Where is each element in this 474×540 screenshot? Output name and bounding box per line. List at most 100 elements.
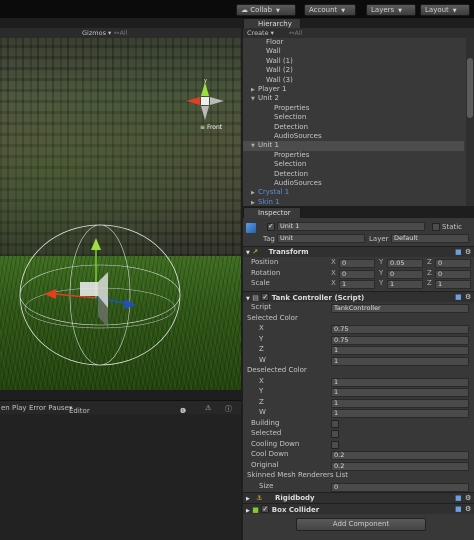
- scene-search-input[interactable]: ↔All: [114, 29, 128, 37]
- hierarchy-item-label: Skin 1: [258, 197, 280, 206]
- hierarchy-item[interactable]: Wall (2): [243, 66, 464, 76]
- selected-color-field[interactable]: 0.75: [331, 335, 469, 345]
- rigidbody-header[interactable]: ▶ ⚓ Rigidbody ■ ⚙: [243, 492, 474, 503]
- hierarchy-item-label: Wall (1): [266, 56, 293, 65]
- box-collider-enabled-checkbox[interactable]: [261, 504, 270, 515]
- editor-dropdown[interactable]: Editor ▾: [69, 404, 90, 415]
- selected-color-field[interactable]: 1: [331, 356, 469, 366]
- settings-gear-icon[interactable]: ⚙: [465, 247, 471, 258]
- building-checkbox[interactable]: [331, 419, 339, 428]
- hierarchy-item[interactable]: Detection: [243, 123, 464, 133]
- transform-header[interactable]: ▼ ↗ Transform ■ ⚙: [243, 246, 474, 257]
- hierarchy-item-label: Wall (3): [266, 75, 293, 84]
- hierarchy-item[interactable]: ▼ Unit 1: [243, 141, 464, 151]
- active-checkbox[interactable]: [267, 222, 275, 231]
- size-field[interactable]: 0: [331, 482, 469, 492]
- hierarchy-item[interactable]: ▶ Crystal 1: [243, 188, 464, 198]
- selected-color-label: Selected Color: [247, 313, 298, 322]
- settings-gear-icon[interactable]: ⚙: [465, 504, 471, 515]
- building-label: Building: [251, 418, 280, 427]
- axis-label: Z: [427, 268, 432, 277]
- deselected-color-field[interactable]: 1: [331, 388, 469, 397]
- scrollbar-thumb[interactable]: [467, 58, 473, 118]
- hierarchy-item[interactable]: AudioSources: [243, 179, 464, 189]
- hierarchy-item[interactable]: Floor: [243, 38, 464, 48]
- transform-position-y-field[interactable]: 0.05: [387, 259, 423, 268]
- transform-scale-x-field[interactable]: 1: [339, 280, 375, 289]
- layout-button[interactable]: Layout ▼: [420, 4, 470, 16]
- tank-controller-header[interactable]: ▼ ▤ Tank Controller (Script) ■ ⚙: [243, 291, 474, 303]
- hierarchy-item-label: Wall (2): [266, 66, 293, 75]
- hierarchy-scrollbar[interactable]: [466, 38, 474, 206]
- expand-arrow-icon: ▼: [246, 296, 250, 302]
- layers-button[interactable]: Layers ▼: [366, 4, 416, 16]
- warning-icon[interactable]: ⚠: [205, 404, 211, 412]
- clear-on-play-toggle[interactable]: en Play: [1, 404, 27, 412]
- selected-color-field[interactable]: 0.75: [331, 325, 469, 334]
- axis-label: X: [331, 258, 336, 266]
- selected-color-field[interactable]: 1: [331, 346, 469, 355]
- add-component-button[interactable]: Add Component: [296, 518, 426, 531]
- box-collider-icon: ■: [252, 506, 259, 514]
- hierarchy-item[interactable]: Detection: [243, 170, 464, 180]
- layer-dropdown[interactable]: Default: [391, 234, 469, 243]
- deselected-color-field[interactable]: 1: [331, 377, 469, 387]
- account-button[interactable]: Account ▼: [304, 4, 356, 16]
- script-field[interactable]: TankController: [331, 304, 469, 313]
- size-label: Size: [259, 481, 274, 490]
- axis-label: Z: [427, 258, 432, 266]
- help-icon[interactable]: ■: [455, 292, 462, 303]
- hierarchy-item[interactable]: Properties: [243, 151, 464, 161]
- orientation-gizmo-icon[interactable]: y: [180, 76, 230, 126]
- gizmos-dropdown[interactable]: Gizmos ▾: [82, 29, 111, 37]
- error-pause-toggle[interactable]: Error Pause: [29, 404, 69, 412]
- info-icon[interactable]: ⓘ: [225, 404, 232, 414]
- original-field[interactable]: 0.2: [331, 461, 469, 471]
- hierarchy-item[interactable]: ▶ Skin 1: [243, 198, 464, 208]
- hierarchy-item[interactable]: Properties: [243, 104, 464, 114]
- selected-color-axis-label: Z: [259, 345, 264, 353]
- hierarchy-item[interactable]: Wall (3): [243, 76, 464, 86]
- help-icon[interactable]: ■: [455, 247, 462, 258]
- hierarchy-item[interactable]: ▶ Player 1: [243, 85, 464, 95]
- hierarchy-item[interactable]: AudioSources: [243, 132, 464, 142]
- box-collider-header[interactable]: ▶ ■ Box Collider ■ ⚙: [243, 503, 474, 515]
- cool-down-field[interactable]: 0.2: [331, 451, 469, 460]
- tank-controller-enabled-checkbox[interactable]: [261, 292, 270, 303]
- tag-label: Tag: [263, 235, 275, 243]
- hierarchy-item-label: Selection: [274, 160, 307, 169]
- top-toolbar: ☁ Collab ▼ Account ▼ Layers ▼ Layout ▼: [0, 0, 474, 18]
- deselected-color-field[interactable]: 1: [331, 409, 469, 418]
- cloud-icon: ☁: [241, 6, 251, 14]
- create-dropdown[interactable]: Create ▾: [247, 29, 274, 37]
- cooling-down-checkbox[interactable]: [331, 440, 339, 449]
- hierarchy-item[interactable]: Wall (1): [243, 57, 464, 67]
- rigidbody-icon: ⚓: [256, 494, 263, 502]
- tab-inspector[interactable]: Inspector: [243, 207, 301, 218]
- view-label[interactable]: ≡ Front: [200, 124, 222, 131]
- transform-rotation-x-field[interactable]: 0: [339, 269, 375, 279]
- hierarchy-item[interactable]: ▼ Unit 2: [243, 94, 464, 104]
- object-name-field[interactable]: Unit 1: [277, 222, 425, 231]
- axis-label: Y: [379, 258, 384, 266]
- transform-rotation-y-field[interactable]: 0: [387, 269, 423, 279]
- transform-rotation-z-field[interactable]: 0: [435, 269, 471, 279]
- static-checkbox[interactable]: [432, 223, 440, 231]
- hierarchy-item[interactable]: Selection: [243, 160, 464, 170]
- tag-dropdown[interactable]: Unit: [277, 234, 365, 243]
- hierarchy-item-label: AudioSources: [274, 179, 322, 187]
- collab-button[interactable]: ☁ Collab ▼: [236, 4, 296, 16]
- hierarchy-item[interactable]: Selection: [243, 113, 464, 123]
- transform-scale-y-field[interactable]: 1: [387, 280, 423, 289]
- hierarchy-search-input[interactable]: ↔All: [289, 29, 303, 37]
- hierarchy-item[interactable]: Wall: [243, 47, 464, 57]
- selected-checkbox[interactable]: [331, 430, 339, 438]
- transform-position-x-field[interactable]: 0: [339, 259, 375, 268]
- settings-gear-icon[interactable]: ⚙: [465, 292, 471, 303]
- inspector-panel: Unit 1 Static Tag Unit Layer Default ▼ ↗…: [243, 218, 474, 540]
- scene-view[interactable]: y ≡ Front: [0, 28, 241, 390]
- transform-scale-z-field[interactable]: 1: [435, 280, 471, 289]
- help-icon[interactable]: ■: [455, 504, 462, 515]
- deselected-color-field[interactable]: 1: [331, 398, 469, 408]
- transform-position-z-field[interactable]: 0: [435, 259, 471, 268]
